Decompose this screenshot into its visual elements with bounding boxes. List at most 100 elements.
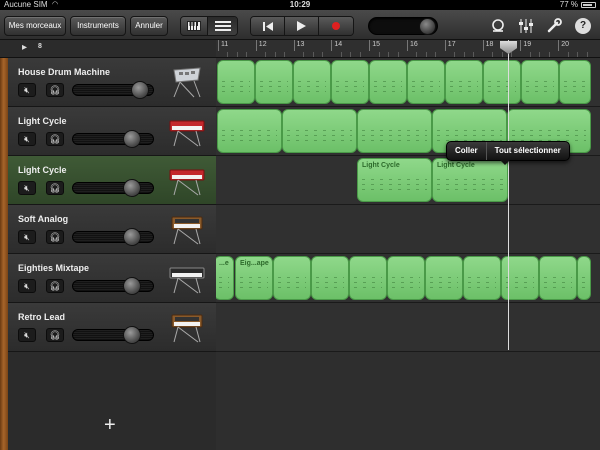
- region-light-cycle[interactable]: Light Cycle: [357, 158, 432, 202]
- help-icon[interactable]: ?: [575, 18, 591, 34]
- region[interactable]: [311, 256, 349, 300]
- track-volume-slider[interactable]: [72, 179, 154, 197]
- track-header[interactable]: Light Cycle 🔇︎ 🎧︎: [8, 107, 216, 156]
- view-switcher: [180, 16, 238, 36]
- solo-button[interactable]: 🎧︎: [46, 230, 64, 244]
- record-button[interactable]: [319, 17, 353, 35]
- ruler-bar-number: 13: [293, 40, 304, 51]
- wrench-icon[interactable]: [546, 18, 562, 34]
- timeline-ruler[interactable]: 11 12 13 14 15 16 17 18 19 20: [216, 40, 600, 58]
- region[interactable]: [349, 256, 387, 300]
- track-volume-slider[interactable]: [72, 277, 154, 295]
- track-lane[interactable]: [216, 58, 600, 107]
- region[interactable]: [521, 60, 559, 104]
- track-header[interactable]: House Drum Machine 🔇︎ 🎧︎: [8, 58, 216, 107]
- track-lane-selected[interactable]: Light Cycle Light Cycle: [216, 156, 600, 205]
- track-volume-slider[interactable]: [72, 81, 154, 99]
- region[interactable]: [255, 60, 293, 104]
- master-volume-slider[interactable]: [368, 17, 438, 35]
- region[interactable]: [387, 256, 425, 300]
- mute-button[interactable]: 🔇︎: [18, 279, 36, 293]
- select-all-button[interactable]: Tout sélectionner: [487, 142, 569, 160]
- ruler-bar-number: 19: [520, 40, 531, 51]
- add-track-button[interactable]: +: [104, 414, 116, 437]
- mute-button[interactable]: 🔇︎: [18, 132, 36, 146]
- solo-button[interactable]: 🎧︎: [46, 83, 64, 97]
- track-name: Soft Analog: [18, 214, 69, 224]
- region-name: Eig...ape: [240, 260, 269, 267]
- region-eighties-mixtape[interactable]: ...e: [216, 256, 234, 300]
- region[interactable]: [331, 60, 369, 104]
- region[interactable]: [273, 256, 311, 300]
- track-volume-knob[interactable]: [123, 277, 141, 295]
- ruler-bar-number: 12: [255, 40, 267, 51]
- add-region-icon[interactable]: ▸: [22, 43, 34, 53]
- solo-button[interactable]: 🎧︎: [46, 132, 64, 146]
- loop-icon[interactable]: [490, 18, 506, 34]
- ruler-bar-number: 15: [369, 40, 380, 51]
- solo-button[interactable]: 🎧︎: [46, 328, 64, 342]
- track-header[interactable]: Retro Lead 🔇︎ 🎧︎: [8, 303, 216, 352]
- clock: 10:29: [289, 0, 311, 9]
- undo-button[interactable]: Annuler: [130, 16, 168, 36]
- synth-red-icon: [169, 120, 205, 147]
- region[interactable]: [501, 256, 539, 300]
- transport-controls: [250, 16, 354, 36]
- track-name: Retro Lead: [18, 312, 66, 322]
- rewind-button[interactable]: [251, 17, 285, 35]
- edit-popover: Coller Tout sélectionner: [446, 141, 570, 161]
- region[interactable]: [357, 109, 432, 153]
- mute-button[interactable]: 🔇︎: [18, 230, 36, 244]
- region[interactable]: [217, 109, 282, 153]
- region[interactable]: [445, 60, 483, 104]
- play-button[interactable]: [285, 17, 319, 35]
- track-volume-slider[interactable]: [72, 130, 154, 148]
- track-name: Eighties Mixtape: [18, 263, 90, 273]
- track-volume-knob[interactable]: [123, 179, 141, 197]
- track-header[interactable]: Eighties Mixtape 🔇︎ 🎧︎: [8, 254, 216, 303]
- mute-button[interactable]: 🔇︎: [18, 328, 36, 342]
- region[interactable]: [539, 256, 577, 300]
- region[interactable]: [369, 60, 407, 104]
- keyboard-view-button[interactable]: [181, 17, 209, 35]
- region[interactable]: [559, 60, 591, 104]
- region[interactable]: [483, 60, 521, 104]
- mixer-icon[interactable]: [518, 18, 534, 34]
- tracks-view-button[interactable]: [208, 17, 237, 35]
- timeline-grid[interactable]: Light Cycle Light Cycle ...e Eig...ape: [216, 58, 600, 450]
- track-header[interactable]: Soft Analog 🔇︎ 🎧︎: [8, 205, 216, 254]
- instruments-button[interactable]: Instruments: [70, 16, 126, 36]
- region[interactable]: [425, 256, 463, 300]
- track-name: Light Cycle: [18, 116, 67, 126]
- track-volume-knob[interactable]: [131, 81, 149, 99]
- track-volume-knob[interactable]: [123, 130, 141, 148]
- section-label: 8: [38, 43, 42, 50]
- mute-button[interactable]: 🔇︎: [18, 83, 36, 97]
- track-lane[interactable]: [216, 205, 600, 254]
- master-volume-knob[interactable]: [419, 18, 436, 35]
- region-light-cycle[interactable]: Light Cycle: [432, 158, 508, 202]
- my-songs-button[interactable]: Mes morceaux: [4, 16, 66, 36]
- region[interactable]: [217, 60, 255, 104]
- track-header-selected[interactable]: Light Cycle 🔇︎ 🎧︎: [8, 156, 216, 205]
- region[interactable]: [463, 256, 501, 300]
- track-lane[interactable]: ...e Eig...ape: [216, 254, 600, 303]
- rewind-icon: [262, 21, 273, 31]
- track-volume-slider[interactable]: [72, 326, 154, 344]
- track-volume-knob[interactable]: [123, 326, 141, 344]
- region-eighties-mixtape[interactable]: Eig...ape: [235, 256, 273, 300]
- paste-button[interactable]: Coller: [447, 142, 487, 160]
- track-volume-slider[interactable]: [72, 228, 154, 246]
- solo-button[interactable]: 🎧︎: [46, 181, 64, 195]
- mute-button[interactable]: 🔇︎: [18, 181, 36, 195]
- solo-button[interactable]: 🎧︎: [46, 279, 64, 293]
- track-lane[interactable]: [216, 303, 600, 352]
- region[interactable]: [577, 256, 591, 300]
- region[interactable]: [293, 60, 331, 104]
- region[interactable]: [407, 60, 445, 104]
- track-volume-knob[interactable]: [123, 228, 141, 246]
- region[interactable]: [282, 109, 357, 153]
- track-headers: House Drum Machine 🔇︎ 🎧︎ Light Cycle 🔇︎ …: [8, 58, 216, 450]
- ruler-bar-number: 14: [331, 40, 342, 51]
- synth-red-icon: [169, 169, 205, 196]
